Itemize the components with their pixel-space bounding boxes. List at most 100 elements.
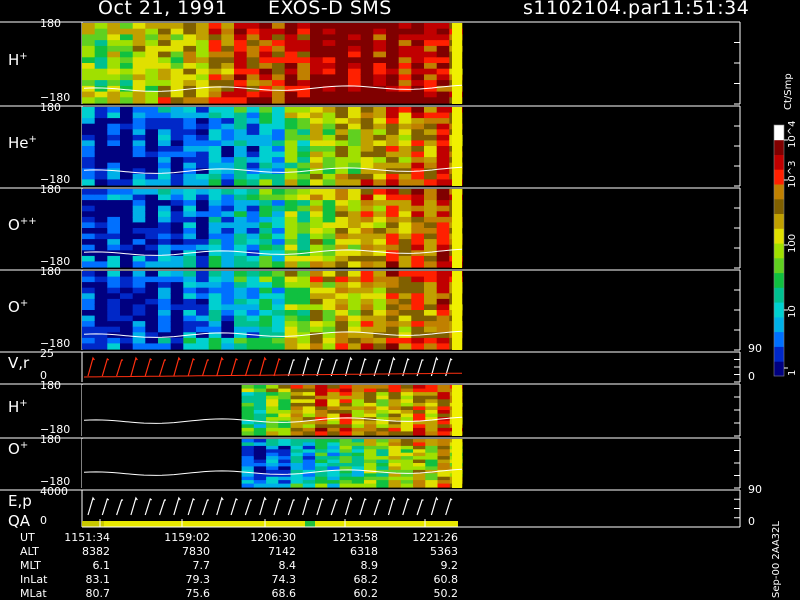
heat-cell-opp1 [94,189,108,196]
heat-cell-h1 [348,74,362,81]
heat-cell-opp1 [272,200,286,207]
heat-cell-o2 [302,483,316,488]
heat-cell-op1 [246,304,260,311]
heat-cell-h2 [315,431,328,436]
heat-cell-he1 [424,134,438,142]
heat-cell-he1 [360,179,374,186]
heat-cell-h1 [158,28,172,35]
heat-cell-he1 [360,146,374,153]
heat-cell-op1 [424,315,438,322]
heat-cell-opp1 [221,239,235,246]
heat-cell-opp1 [386,239,400,246]
heat-cell-h1 [436,74,450,81]
heat-cell-h1 [373,28,387,35]
heat-cell-op1 [373,337,387,345]
saw-tooth-vr-8 [201,359,209,377]
heat-cell-h1 [221,91,235,98]
heat-cell-op1 [424,293,438,300]
heat-cell-he1 [386,140,400,147]
heat-cell-h2 [400,385,414,390]
heat-cell-he1 [170,146,184,153]
heat-cell-opp1 [322,189,336,196]
heat-cell-o2 [351,449,365,454]
heat-cell-h1 [196,97,210,104]
saw-tooth-vr-18 [344,356,353,377]
heat-cell-o2 [413,483,426,488]
heat-cell-opp1 [246,222,260,229]
heat-cell-op1 [170,298,184,306]
heat-cell-opp1 [208,211,222,218]
heat-cell-he1 [259,146,273,153]
heat-cell-h1 [120,80,134,87]
heat-cell-he1 [398,123,412,130]
heat-cell-op1 [386,287,400,294]
heat-cell-opp1 [107,239,121,246]
heat-cell-op1 [411,287,425,294]
heat-cell-h1 [145,51,159,58]
heat-cell-o2 [376,449,390,454]
species-label-ep: E,p [8,492,32,510]
heat-cell-he1 [132,151,146,158]
heat-cell-op1 [145,343,159,350]
heat-cell-h2 [351,424,365,429]
edge-band-h2 [452,385,462,436]
heat-cell-h1 [373,34,387,41]
heat-cell-o2 [437,483,451,488]
saw-tooth-ep-4 [144,498,153,516]
heat-cell-opp1 [284,189,298,196]
heat-cell-op1 [196,271,210,278]
heat-cell-he1 [272,179,286,186]
heat-cell-op1 [386,282,400,289]
saw-tooth-ep-16 [316,498,324,516]
heat-cell-he1 [322,118,336,125]
heat-cell-he1 [158,151,172,158]
heat-cell-h1 [170,57,184,64]
heat-cell-h2 [302,406,316,411]
heat-cell-opp1 [234,261,248,268]
heat-cell-opp1 [107,222,121,229]
heat-cell-he1 [158,118,172,125]
heat-cell-op1 [310,326,324,333]
saw-tooth-ep-14 [287,499,295,516]
heat-cell-h1 [107,57,121,64]
saw-tooth-vr-4 [144,358,153,377]
heat-cell-he1 [284,118,298,125]
heat-cell-op1 [360,282,374,289]
heat-cell-opp1 [424,239,438,246]
heat-cell-he1 [373,140,387,147]
heat-cell-opp1 [297,205,311,212]
heat-cell-h1 [335,57,349,64]
time-row-value-ut: 1213:58 [332,531,378,544]
heat-cell-he1 [170,151,184,158]
heat-cell-o2 [425,466,439,471]
heat-cell-h1 [272,91,286,98]
heat-cell-op1 [208,310,222,317]
heat-cell-op1 [272,276,286,283]
heat-cell-h1 [132,23,146,30]
heat-cell-o2 [290,480,304,485]
heat-cell-opp1 [82,222,96,229]
heat-cell-h2 [278,399,292,404]
heat-cell-h1 [158,23,172,30]
heat-cell-h2 [400,417,414,422]
heat-cell-opp1 [436,222,450,229]
heat-cell-he1 [373,173,387,181]
heat-cell-opp1 [208,228,222,235]
y-bottom-label-ep: 0 [40,514,47,527]
heat-cell-he1 [424,112,438,119]
saw-tooth-ep-0 [87,496,95,516]
heat-cell-h1 [360,51,374,58]
heat-cell-he1 [297,157,311,164]
saw-tooth-ep-13 [273,498,281,516]
heat-cell-h2 [327,410,341,415]
heat-cell-h1 [170,80,184,87]
heat-cell-h1 [297,74,311,81]
heat-cell-op1 [284,298,298,306]
heat-cell-he1 [120,118,134,125]
heat-cell-he1 [297,123,311,130]
heat-cell-opp1 [132,228,146,235]
heat-cell-o2 [266,449,279,454]
heat-cell-opp1 [310,233,324,240]
heat-cell-h1 [107,80,121,87]
heat-cell-h2 [302,399,316,404]
